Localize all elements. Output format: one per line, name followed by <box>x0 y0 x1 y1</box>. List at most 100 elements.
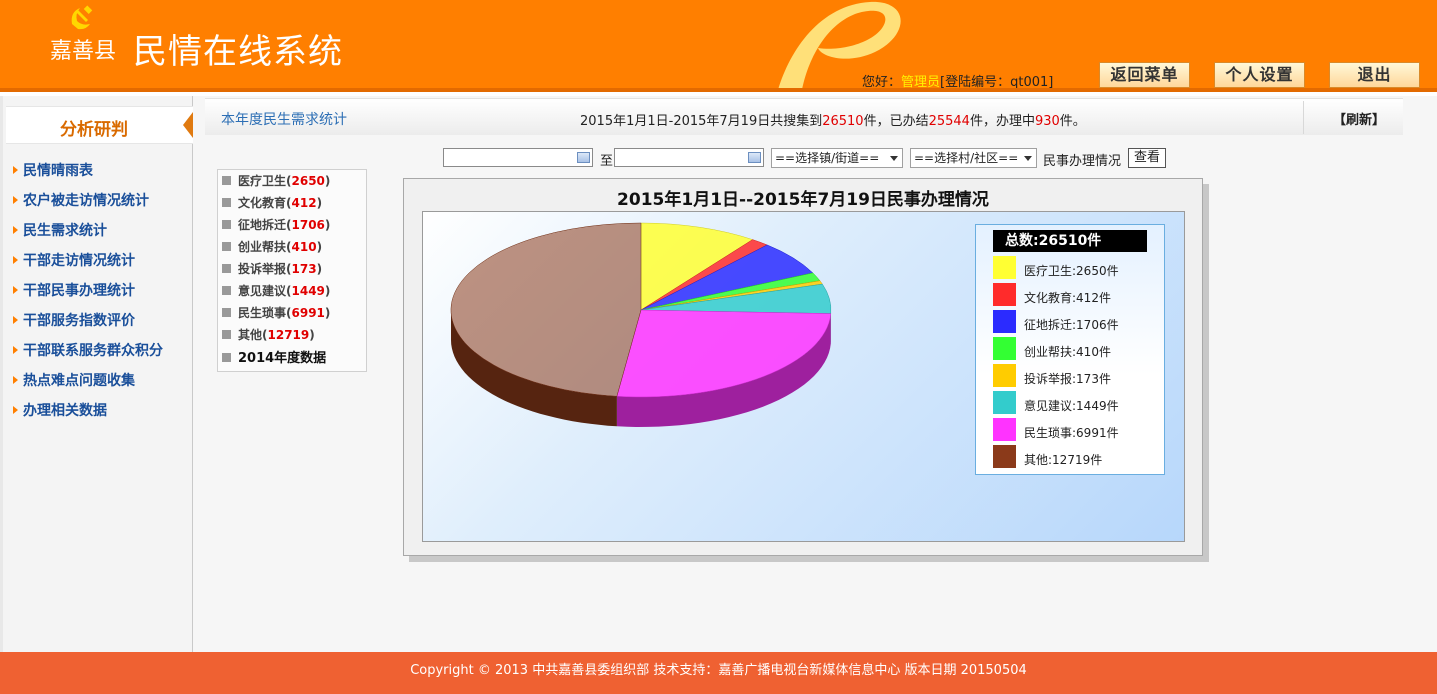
date-range-separator: 至 <box>600 154 614 169</box>
calendar-icon[interactable] <box>577 152 590 163</box>
logout-button[interactable]: 退出 <box>1329 62 1420 88</box>
page-title: 本年度民生需求统计 <box>221 112 347 128</box>
legend-label: 文化教育:412件 <box>1024 291 1111 305</box>
chart-legend: 总数:26510件 医疗卫生:2650件 文化教育:412件 征地拆迁:1706件创… <box>975 224 1165 475</box>
category-item[interactable]: 征地拆迁(1706) <box>222 216 366 238</box>
category-count: 2650 <box>291 174 325 188</box>
legend-label: 意见建议:1449件 <box>1024 399 1119 413</box>
footer: Copyright © 2013 中共嘉善县委组织部 技术支持：嘉善广播电视台新… <box>0 652 1437 694</box>
legend-swatch <box>993 310 1016 333</box>
arrow-right-icon <box>13 256 18 264</box>
summary-mid1: 件，已办结 <box>863 114 929 129</box>
category-count: 173 <box>291 262 317 276</box>
personal-settings-button[interactable]: 个人设置 <box>1214 62 1305 88</box>
refresh-button[interactable]: 【刷新】 <box>1333 109 1385 128</box>
category-name: 创业帮扶 <box>238 240 287 254</box>
arrow-right-icon <box>13 406 18 414</box>
sidebar-item[interactable]: 民情晴雨表 <box>13 160 163 190</box>
legend-label: 创业帮扶:410件 <box>1024 345 1111 359</box>
pie-chart <box>450 222 832 427</box>
square-bullet-icon <box>222 220 231 229</box>
summary-prefix: 2015年1月1日-2015年7月19日共搜集到 <box>580 114 823 129</box>
sidebar-title: 分析研判 <box>60 120 128 140</box>
category-item[interactable]: 意见建议(1449) <box>222 282 366 304</box>
town-select[interactable]: ==选择镇/街道== <box>771 148 903 168</box>
arrow-right-icon <box>13 226 18 234</box>
category-count: 412 <box>291 196 317 210</box>
category-count: 1449 <box>291 284 325 298</box>
footer-copyright: Copyright © 2013 中共嘉善县委组织部 技术支持：嘉善广播电视台新… <box>410 663 1027 678</box>
legend-swatch <box>993 283 1016 306</box>
category-name: 医疗卫生 <box>238 174 287 188</box>
square-bullet-icon <box>222 308 231 317</box>
header: 嘉善县 民情在线系统 您好：管理员[登陆编号：qt001] 返回菜单 个人设置 … <box>0 0 1437 92</box>
sidebar-item[interactable]: 热点难点问题收集 <box>13 370 163 400</box>
category-item[interactable]: 民生琐事(6991) <box>222 304 366 326</box>
completed-count: 25544 <box>928 114 970 129</box>
legend-swatch <box>993 337 1016 360</box>
party-emblem-icon <box>71 5 93 30</box>
square-bullet-icon <box>222 353 231 362</box>
sidebar-header: 分析研判 <box>6 106 193 144</box>
square-bullet-icon <box>222 330 231 339</box>
year-data-link[interactable]: 2014年度数据 <box>222 350 366 372</box>
category-list-panel: 医疗卫生(2650) 文化教育(412) 征地拆迁(1706) 创业帮扶(410… <box>217 169 367 372</box>
category-item[interactable]: 投诉举报(173) <box>222 260 366 282</box>
sidebar-item-label: 民生需求统计 <box>23 223 107 239</box>
category-item[interactable]: 医疗卫生(2650) <box>222 172 366 194</box>
arrow-right-icon <box>13 376 18 384</box>
view-button[interactable]: 查看 <box>1128 148 1166 168</box>
square-bullet-icon <box>222 264 231 273</box>
sidebar-item[interactable]: 农户被走访情况统计 <box>13 190 163 220</box>
sidebar-item-label: 干部走访情况统计 <box>23 253 135 269</box>
chevron-down-icon <box>890 156 898 161</box>
category-name: 其他 <box>238 328 263 342</box>
bar-divider <box>1303 101 1304 134</box>
sidebar-item-label: 干部民事办理统计 <box>23 283 135 299</box>
chart-title: 2015年1月1日--2015年7月19日民事办理情况 <box>617 190 989 210</box>
collected-count: 26510 <box>822 114 864 129</box>
sidebar-item[interactable]: 干部走访情况统计 <box>13 250 163 280</box>
main-content: 本年度民生需求统计 2015年1月1日-2015年7月19日共搜集到26510件… <box>193 96 1437 652</box>
sidebar-item[interactable]: 干部民事办理统计 <box>13 280 163 310</box>
report-type-label: 民事办理情况 <box>1043 154 1122 169</box>
category-item[interactable]: 其他(12719) <box>222 326 366 348</box>
legend-swatch <box>993 256 1016 279</box>
category-name: 意见建议 <box>238 284 287 298</box>
legend-total: 总数:26510件 <box>993 230 1147 252</box>
sidebar-item-label: 干部联系服务群众积分 <box>23 343 163 359</box>
village-select[interactable]: ==选择村/社区== <box>910 148 1037 168</box>
village-select-value: ==选择村/社区== <box>914 151 1019 165</box>
square-bullet-icon <box>222 286 231 295</box>
category-count: 410 <box>291 240 317 254</box>
sidebar-item-label: 热点难点问题收集 <box>23 373 135 389</box>
category-count: 1706 <box>291 218 325 232</box>
end-date-input[interactable] <box>614 148 764 167</box>
summary-mid2: 件，办理中 <box>969 114 1035 129</box>
sidebar: 分析研判 民情晴雨表 农户被走访情况统计 民生需求统计 干部走访情况统计 干部民… <box>0 96 193 652</box>
category-item[interactable]: 创业帮扶(410) <box>222 238 366 260</box>
sidebar-item[interactable]: 干部服务指数评价 <box>13 310 163 340</box>
category-item[interactable]: 文化教育(412) <box>222 194 366 216</box>
sidebar-item[interactable]: 办理相关数据 <box>13 400 163 430</box>
county-name: 嘉善县 <box>50 39 117 64</box>
sidebar-item[interactable]: 干部联系服务群众积分 <box>13 340 163 370</box>
stats-summary: 2015年1月1日-2015年7月19日共搜集到26510件，已办结25544件… <box>580 110 1086 129</box>
category-count: 6991 <box>291 306 325 320</box>
square-bullet-icon <box>222 176 231 185</box>
arrow-right-icon <box>13 286 18 294</box>
calendar-icon[interactable] <box>748 152 761 163</box>
legend-label: 民生琐事:6991件 <box>1024 426 1119 440</box>
back-menu-button[interactable]: 返回菜单 <box>1099 62 1190 88</box>
legend-swatch <box>993 364 1016 387</box>
arrow-right-icon <box>13 166 18 174</box>
legend-label: 医疗卫生:2650件 <box>1024 264 1119 278</box>
legend-swatch <box>993 418 1016 441</box>
year-data-label: 2014年度数据 <box>238 351 327 366</box>
chevron-down-icon <box>1024 156 1032 161</box>
category-name: 文化教育 <box>238 196 287 210</box>
legend-label: 征地拆迁:1706件 <box>1024 318 1119 332</box>
sidebar-item[interactable]: 民生需求统计 <box>13 220 163 250</box>
header-divider <box>0 88 1437 92</box>
start-date-input[interactable] <box>443 148 593 167</box>
